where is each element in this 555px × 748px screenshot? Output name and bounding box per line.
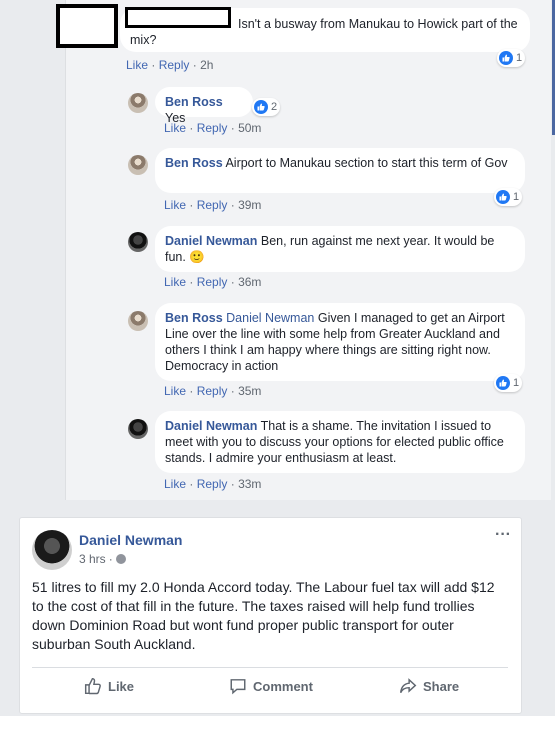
comment-meta: Like · Reply · 50m xyxy=(164,121,262,135)
page-background xyxy=(0,716,555,748)
reply-link[interactable]: Reply xyxy=(197,384,228,398)
avatar[interactable] xyxy=(128,311,148,331)
share-button[interactable]: Share xyxy=(399,677,459,695)
comment-bubble: Ben Ross Airport to Manukau section to s… xyxy=(155,148,525,193)
reply-link[interactable]: Reply xyxy=(159,58,190,72)
post-card: Daniel Newman 3 hrs · ··· 51 litres to f… xyxy=(19,517,522,714)
reply-link[interactable]: Reply xyxy=(197,477,228,491)
thumbs-up-icon xyxy=(496,376,510,390)
comment-author[interactable]: Daniel Newman xyxy=(165,419,257,433)
comment-bubble: Daniel Newman That is a shame. The invit… xyxy=(155,411,525,473)
comment-author[interactable]: Ben Ross xyxy=(165,95,223,109)
smile-emoji-icon: 🙂 xyxy=(189,250,205,264)
post-body: 51 litres to fill my 2.0 Honda Accord to… xyxy=(32,579,495,652)
comment-bubble: Isn't a busway from Manukau to Howick pa… xyxy=(120,7,530,52)
comment-time[interactable]: 2h xyxy=(200,58,213,72)
like-link[interactable]: Like xyxy=(164,477,186,491)
redacted-avatar xyxy=(56,4,118,48)
mention-link[interactable]: Daniel Newman xyxy=(226,311,314,325)
like-link[interactable]: Like xyxy=(126,58,148,72)
comment-time[interactable]: 50m xyxy=(238,121,261,135)
thumbs-up-icon xyxy=(84,677,101,695)
avatar[interactable] xyxy=(128,232,148,252)
reaction-count[interactable]: 1 xyxy=(494,188,522,206)
reaction-count[interactable]: 1 xyxy=(494,374,522,392)
comment-bubble: Ben Ross Yes xyxy=(155,87,253,125)
share-icon xyxy=(399,678,417,694)
thumbs-up-icon xyxy=(254,100,268,114)
comment-icon xyxy=(230,679,246,695)
comment-author[interactable]: Daniel Newman xyxy=(165,234,257,248)
avatar[interactable] xyxy=(128,93,148,113)
post-divider xyxy=(32,667,508,668)
comment-meta: Like · Reply · 36m xyxy=(164,275,262,289)
post-time[interactable]: 3 hrs xyxy=(79,552,106,566)
comment-meta: Like · Reply · 39m xyxy=(164,198,262,212)
reaction-count[interactable]: 2 xyxy=(252,98,280,116)
like-link[interactable]: Like xyxy=(164,275,186,289)
reaction-count[interactable]: 1 xyxy=(497,49,525,67)
like-link[interactable]: Like xyxy=(164,198,186,212)
post-options-button[interactable]: ··· xyxy=(495,526,511,544)
redacted-name xyxy=(125,7,231,28)
comment-time[interactable]: 33m xyxy=(238,477,261,491)
reply-link[interactable]: Reply xyxy=(197,275,228,289)
post-author[interactable]: Daniel Newman xyxy=(79,532,182,548)
thumbs-up-icon xyxy=(499,51,513,65)
comment-meta: Like · Reply · 2h xyxy=(126,58,214,72)
like-button[interactable]: Like xyxy=(84,677,134,695)
avatar[interactable] xyxy=(128,155,148,175)
reply-link[interactable]: Reply xyxy=(197,198,228,212)
comment-author[interactable]: Ben Ross xyxy=(165,311,223,325)
comment-text: Airport to Manukau section to start this… xyxy=(225,156,508,170)
comment-button[interactable]: Comment xyxy=(229,677,313,695)
post-meta: 3 hrs · xyxy=(79,552,126,566)
comment-bubble: Daniel Newman Ben, run against me next y… xyxy=(155,226,525,272)
comment-time[interactable]: 39m xyxy=(238,198,261,212)
comment-meta: Like · Reply · 35m xyxy=(164,384,262,398)
thumbs-up-icon xyxy=(496,190,510,204)
globe-icon xyxy=(115,554,126,564)
like-link[interactable]: Like xyxy=(164,121,186,135)
comment-meta: Like · Reply · 33m xyxy=(164,477,262,491)
comment-author[interactable]: Ben Ross xyxy=(165,156,223,170)
comment-bubble: Ben Ross Daniel Newman Given I managed t… xyxy=(155,303,525,381)
like-link[interactable]: Like xyxy=(164,384,186,398)
post-avatar[interactable] xyxy=(32,530,72,570)
avatar[interactable] xyxy=(128,419,148,439)
comment-time[interactable]: 35m xyxy=(238,384,261,398)
reply-link[interactable]: Reply xyxy=(197,121,228,135)
comment-time[interactable]: 36m xyxy=(238,275,261,289)
